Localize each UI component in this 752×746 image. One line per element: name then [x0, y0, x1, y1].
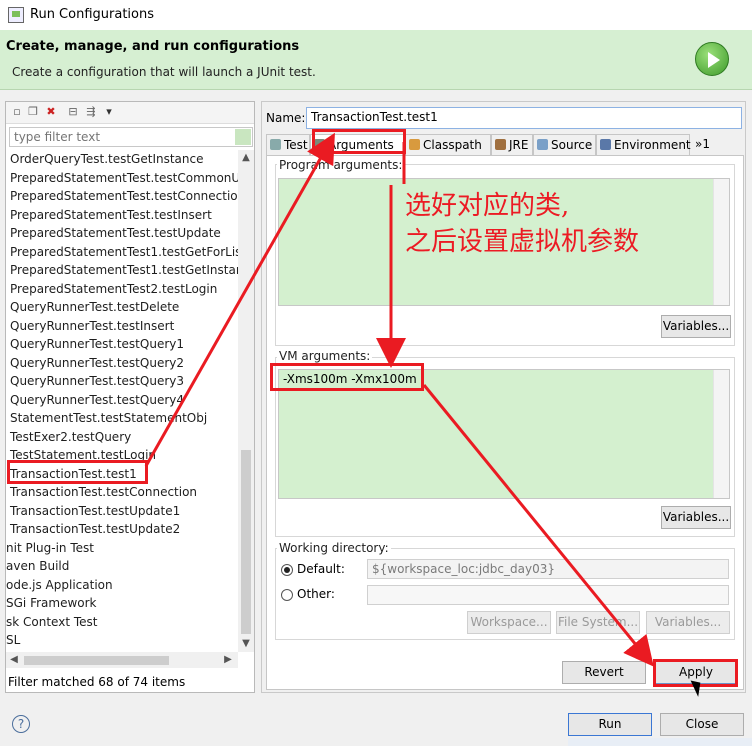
annotation-text: 选好对应的类, 之后设置虚拟机参数 [405, 188, 639, 260]
annotation-line-1: 选好对应的类, [405, 191, 570, 221]
arrow-to-arguments-tab [144, 132, 335, 467]
arrow-to-apply [422, 384, 654, 667]
annotation-line-2: 之后设置虚拟机参数 [405, 227, 640, 257]
annotation-arrows [144, 132, 654, 667]
